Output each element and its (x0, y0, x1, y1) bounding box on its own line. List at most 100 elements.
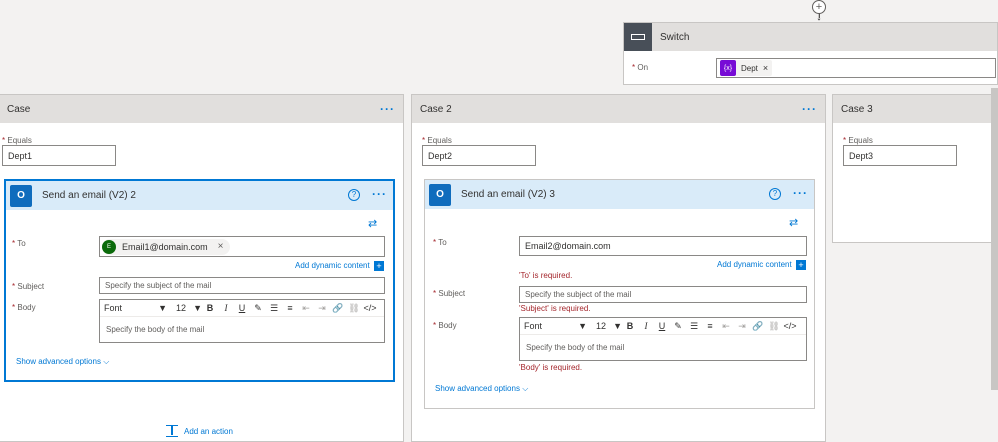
underline-icon[interactable]: U (234, 303, 250, 313)
outdent-icon[interactable]: ⇤ (718, 321, 734, 332)
action-title: Send an email (V2) 2 (42, 190, 136, 201)
underline-icon[interactable]: U (654, 321, 670, 331)
swap-icon[interactable]: ⇄ (368, 217, 377, 230)
body-error: 'Body' is required. (519, 363, 583, 372)
case-1-header[interactable]: Case ··· (0, 95, 403, 123)
body-label: * Body (433, 321, 457, 330)
outdent-icon[interactable]: ⇤ (298, 303, 314, 314)
more-options-icon[interactable]: ··· (802, 102, 817, 116)
link-icon[interactable]: 🔗 (330, 303, 346, 314)
equals-input[interactable]: Dept1 (2, 145, 116, 166)
font-size-select[interactable]: 12 ▼ (176, 303, 202, 313)
case-1-title: Case (7, 103, 31, 115)
send-email-action-card[interactable]: O Send an email (V2) 2 ? ··· ⇄ * To E Em… (4, 179, 395, 382)
more-options-icon[interactable]: ··· (793, 186, 808, 200)
help-icon[interactable]: ? (769, 188, 781, 200)
outlook-icon: O (429, 183, 451, 206)
switch-on-label: * On (632, 63, 649, 72)
equals-input[interactable]: Dept2 (422, 145, 536, 166)
avatar: E (102, 239, 116, 254)
outlook-icon: O (10, 184, 32, 207)
add-action-icon (166, 425, 178, 437)
numbered-list-icon[interactable]: ≡ (282, 303, 298, 313)
body-editor[interactable]: Font ▼ 12 ▼ B I U ✎ ☰ ≡ ⇤ ⇥ 🔗 ⛓ </> Specif… (99, 299, 385, 343)
case-1-column[interactable]: Case ··· * Equals Dept1 O Send an email … (0, 94, 404, 442)
bullet-list-icon[interactable]: ☰ (686, 321, 702, 332)
equals-input[interactable]: Dept3 (843, 145, 957, 166)
rich-text-toolbar: Font ▼ 12 ▼ B I U ✎ ☰ ≡ ⇤ ⇥ 🔗 ⛓ </> (520, 318, 806, 335)
numbered-list-icon[interactable]: ≡ (702, 321, 718, 331)
indent-icon[interactable]: ⇥ (734, 321, 750, 332)
more-options-icon[interactable]: ··· (380, 102, 395, 116)
font-select[interactable]: Font ▼ (524, 321, 590, 331)
switch-icon (624, 23, 652, 51)
arrow-down-icon: ↓ (816, 11, 822, 23)
variable-icon: {x} (720, 60, 736, 76)
to-label: * To (433, 238, 447, 247)
send-email-action-card[interactable]: O Send an email (V2) 3 ? ··· ⇄ * To Emai… (424, 179, 815, 409)
add-dynamic-content-link[interactable]: Add dynamic content (295, 261, 370, 270)
highlight-icon[interactable]: ✎ (250, 303, 266, 314)
switch-on-field[interactable]: {x} Dept × (716, 58, 996, 78)
bold-icon[interactable]: B (622, 321, 638, 331)
code-view-icon[interactable]: </> (362, 303, 378, 313)
chevron-down-icon: ⌵ (522, 384, 529, 393)
add-action-button[interactable]: Add an action (166, 425, 233, 437)
unlink-icon[interactable]: ⛓ (346, 303, 362, 314)
add-dynamic-content-icon[interactable]: + (796, 260, 806, 270)
switch-card[interactable]: Switch * On {x} Dept × (623, 22, 998, 85)
to-error: 'To' is required. (519, 271, 573, 280)
case-3-column[interactable]: Case 3 * Equals Dept3 (832, 94, 998, 243)
switch-title: Switch (660, 31, 690, 43)
body-placeholder: Specify the body of the mail (526, 343, 625, 352)
remove-recipient-icon[interactable]: × (218, 241, 224, 252)
italic-icon[interactable]: I (638, 321, 654, 331)
vertical-scrollbar[interactable] (991, 88, 998, 390)
action-title: Send an email (V2) 3 (461, 189, 555, 200)
subject-label: * Subject (12, 282, 45, 291)
switch-header[interactable]: Switch (624, 23, 997, 51)
remove-token-icon[interactable]: × (763, 63, 768, 73)
case-3-header[interactable]: Case 3 (833, 95, 997, 123)
more-options-icon[interactable]: ··· (372, 187, 387, 201)
recipient-email: Email1@domain.com (122, 241, 208, 252)
highlight-icon[interactable]: ✎ (670, 321, 686, 332)
action-header[interactable]: O Send an email (V2) 3 ? ··· (425, 180, 814, 209)
case-2-title: Case 2 (420, 103, 452, 115)
italic-icon[interactable]: I (218, 303, 234, 313)
add-dynamic-content-icon[interactable]: + (374, 261, 384, 271)
equals-label: * Equals (422, 136, 452, 145)
unlink-icon[interactable]: ⛓ (766, 321, 782, 332)
subject-input[interactable]: Specify the subject of the mail (519, 286, 807, 303)
to-field[interactable]: E Email1@domain.com × (99, 236, 385, 257)
subject-label: * Subject (433, 289, 466, 298)
case-3-title: Case 3 (841, 103, 873, 115)
help-icon[interactable]: ? (348, 189, 360, 201)
show-advanced-options-link[interactable]: Show advanced options ⌵ (435, 384, 528, 394)
equals-label: * Equals (2, 136, 32, 145)
font-size-select[interactable]: 12 ▼ (596, 321, 622, 331)
case-2-header[interactable]: Case 2 ··· (412, 95, 825, 123)
font-select[interactable]: Font ▼ (104, 303, 170, 313)
show-advanced-options-link[interactable]: Show advanced options ⌵ (16, 357, 109, 367)
body-editor[interactable]: Font ▼ 12 ▼ B I U ✎ ☰ ≡ ⇤ ⇥ 🔗 ⛓ </> Specif… (519, 317, 807, 361)
rich-text-toolbar: Font ▼ 12 ▼ B I U ✎ ☰ ≡ ⇤ ⇥ 🔗 ⛓ </> (100, 300, 384, 317)
action-header[interactable]: O Send an email (V2) 2 ? ··· (6, 181, 393, 210)
subject-error: 'Subject' is required. (519, 304, 591, 313)
swap-icon[interactable]: ⇄ (789, 216, 798, 229)
bold-icon[interactable]: B (202, 303, 218, 313)
case-2-column[interactable]: Case 2 ··· * Equals Dept2 O Send an emai… (411, 94, 826, 442)
bullet-list-icon[interactable]: ☰ (266, 303, 282, 314)
code-view-icon[interactable]: </> (782, 321, 798, 331)
link-icon[interactable]: 🔗 (750, 321, 766, 332)
to-input[interactable]: Email2@domain.com (519, 236, 807, 256)
dept-token[interactable]: {x} Dept × (720, 60, 773, 76)
indent-icon[interactable]: ⇥ (314, 303, 330, 314)
subject-input[interactable]: Specify the subject of the mail (99, 277, 385, 294)
body-label: * Body (12, 303, 36, 312)
add-dynamic-content-link[interactable]: Add dynamic content (717, 260, 792, 269)
token-label: Dept (741, 63, 758, 73)
recipient-token[interactable]: E Email1@domain.com × (102, 238, 230, 255)
body-placeholder: Specify the body of the mail (106, 325, 205, 334)
to-label: * To (12, 239, 26, 248)
